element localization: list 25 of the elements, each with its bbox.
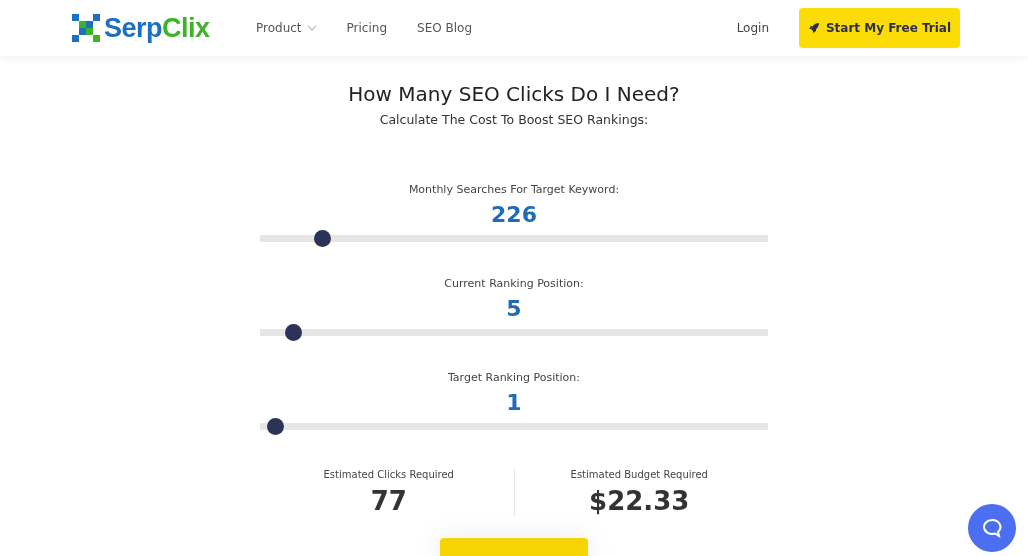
slider-label: Current Ranking Position: [444,277,584,290]
nav-link[interactable]: Pricing [346,21,387,35]
slider-thumb[interactable] [314,230,331,247]
nav-link[interactable]: SEO Blog [417,21,472,35]
chat-button[interactable] [968,504,1016,552]
nav-link[interactable]: Product [256,21,317,35]
logo-text[interactable]: SerpClix [104,12,210,44]
slider-thumb[interactable] [266,418,284,435]
logo-icon [70,12,102,44]
slider-value: 5 [506,296,522,321]
result-label: Estimated Clicks Required [323,469,454,480]
result-label: Estimated Budget Required [570,469,708,480]
chat-icon [982,518,1002,538]
login-link[interactable]: Login [736,21,769,35]
calculator-subtitle: Calculate The Cost To Boost SEO Rankings: [379,112,649,127]
result-value: $22.33 [589,486,690,516]
slider-thumb[interactable] [284,324,302,341]
slider-label: Monthly Searches For Target Keyword: [408,183,620,196]
calculator-title: How Many SEO Clicks Do I Need? [348,82,680,106]
result-value: 77 [370,486,407,516]
slider-label: Target Ranking Position: [447,371,581,384]
slider-value: 226 [491,202,537,227]
trial-button[interactable]: Start My Free Trial [799,8,960,48]
slider-value: 1 [506,390,522,415]
rocket-icon [807,22,820,34]
